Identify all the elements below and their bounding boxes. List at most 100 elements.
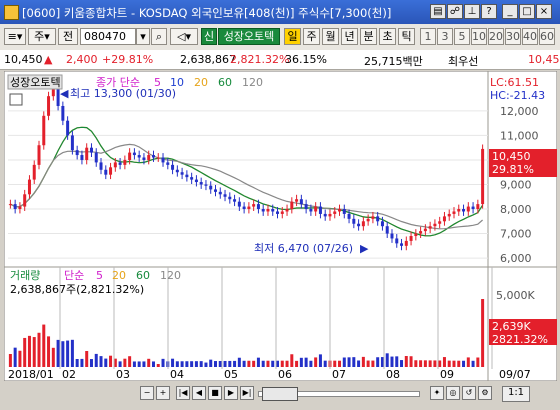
menu-icon[interactable]: ▤ [430,4,446,19]
sound-icon[interactable]: ◁▾ [170,28,198,45]
ma-period-label: 60 [218,76,232,89]
volume-bar [357,360,361,367]
help-icon[interactable]: ? [481,4,497,19]
change-amount: 2,400 [66,53,98,66]
volume-bar [295,360,299,367]
close-button[interactable]: × [536,4,552,19]
candle-body [99,162,103,170]
x-tick-label: 09/07 [499,368,531,381]
maximize-button[interactable]: □ [519,4,535,19]
volume-bar [132,361,136,367]
interval-tab[interactable]: 30 [505,28,521,45]
volume-bar [51,347,55,367]
volume-ma-period-label: 5 [96,269,103,282]
stock-code-input[interactable]: 080470 [80,28,136,45]
grid-icon[interactable] [9,93,23,106]
last-icon[interactable]: ▶| [240,386,254,400]
volume-bar [137,361,141,367]
candle-body [295,199,299,202]
volume-bar [404,356,408,367]
candle-body [457,209,461,212]
interval-tab[interactable]: 20 [488,28,504,45]
code-dropdown-button[interactable]: ▾ [136,28,150,45]
volume-bar [18,350,22,367]
candle-body [357,223,361,227]
minimize-button[interactable]: _ [502,4,518,19]
volume-bar [342,357,346,367]
interval-tab[interactable]: 40 [522,28,538,45]
pin-icon[interactable]: ⊥ [464,4,480,19]
market-select[interactable]: 주▾ [28,28,56,45]
volume-bar [27,335,31,367]
ratio-button[interactable]: 1:1 [502,386,530,402]
candle-body [180,172,184,175]
list-dropdown[interactable]: ≡▾ [4,28,26,45]
candle-body [85,147,89,160]
candle-body [433,223,437,227]
volume-bar [94,353,98,367]
candle-body [228,196,232,200]
candle-body [347,213,351,219]
x-tick-label: 05 [224,368,238,381]
period-tab[interactable]: 분 [360,28,377,45]
candle-body [423,228,427,232]
first-icon[interactable]: |◀ [176,386,190,400]
ma-period-label: 20 [194,76,208,89]
volume-bar [228,360,232,367]
candle-body [166,162,170,165]
volume-bar [414,360,418,367]
period-tab[interactable]: 초 [379,28,396,45]
low-annotation: 최저 6,470 (07/26) [254,242,353,255]
price-tick-label: 8,000 [500,203,532,216]
prev-icon[interactable]: ◀ [192,386,206,400]
candle-body [299,199,303,205]
period-tab[interactable]: 월 [322,28,339,45]
stop-icon[interactable]: ■ [208,386,222,400]
candle-body [66,120,70,136]
current-pct-tag: 29.81% [492,163,534,176]
volume-bar [80,358,84,367]
tool-icon-2[interactable]: ◎ [446,386,460,400]
up-arrow-icon: ▲ [44,53,53,66]
interval-tab[interactable]: 5 [454,28,470,45]
tool-icon-3[interactable]: ↺ [462,386,476,400]
candle-body [218,191,222,195]
range-button[interactable]: 전 [58,28,78,45]
interval-tab[interactable]: 1 [420,28,436,45]
volume-bar [199,361,203,367]
preferred-label: 최우선 [448,55,479,68]
candle-body [266,209,270,212]
x-tick-label: 09 [440,368,454,381]
volume-bar [290,354,294,367]
volume-bar [423,360,427,367]
slider-handle[interactable] [262,387,298,401]
period-tab[interactable]: 년 [341,28,358,45]
volume-bar [376,357,380,367]
interval-tab[interactable]: 60 [539,28,555,45]
tool-icon-4[interactable]: ⚙ [478,386,492,400]
period-tab[interactable]: 일 [284,28,301,45]
candle-body [32,164,36,180]
period-tab[interactable]: 주 [303,28,320,45]
interval-tab[interactable]: 3 [437,28,453,45]
period-tab[interactable]: 틱 [398,28,415,45]
stock-chart[interactable]: 12,00011,00010,0009,0008,0007,0006,000 2… [4,71,557,381]
candle-body [47,96,51,116]
search-icon[interactable]: ⌕ [151,28,167,45]
interval-tab[interactable]: 10 [471,28,487,45]
candle-body [476,204,480,210]
candle-body [51,88,55,97]
volume-bar [247,360,251,367]
candle-body [409,236,413,241]
volume-bar [476,357,480,367]
candle-body [175,169,179,173]
volume-bar [13,347,17,367]
link-icon[interactable]: ☍ [447,4,463,19]
zoom-out-icon[interactable]: − [140,386,154,400]
next-icon[interactable]: ▶ [224,386,238,400]
volume-bar [261,360,265,367]
change-percent: +29.81% [102,53,154,66]
tool-icon-1[interactable]: ✦ [430,386,444,400]
zoom-in-icon[interactable]: + [156,386,170,400]
volume-bar [256,357,260,367]
